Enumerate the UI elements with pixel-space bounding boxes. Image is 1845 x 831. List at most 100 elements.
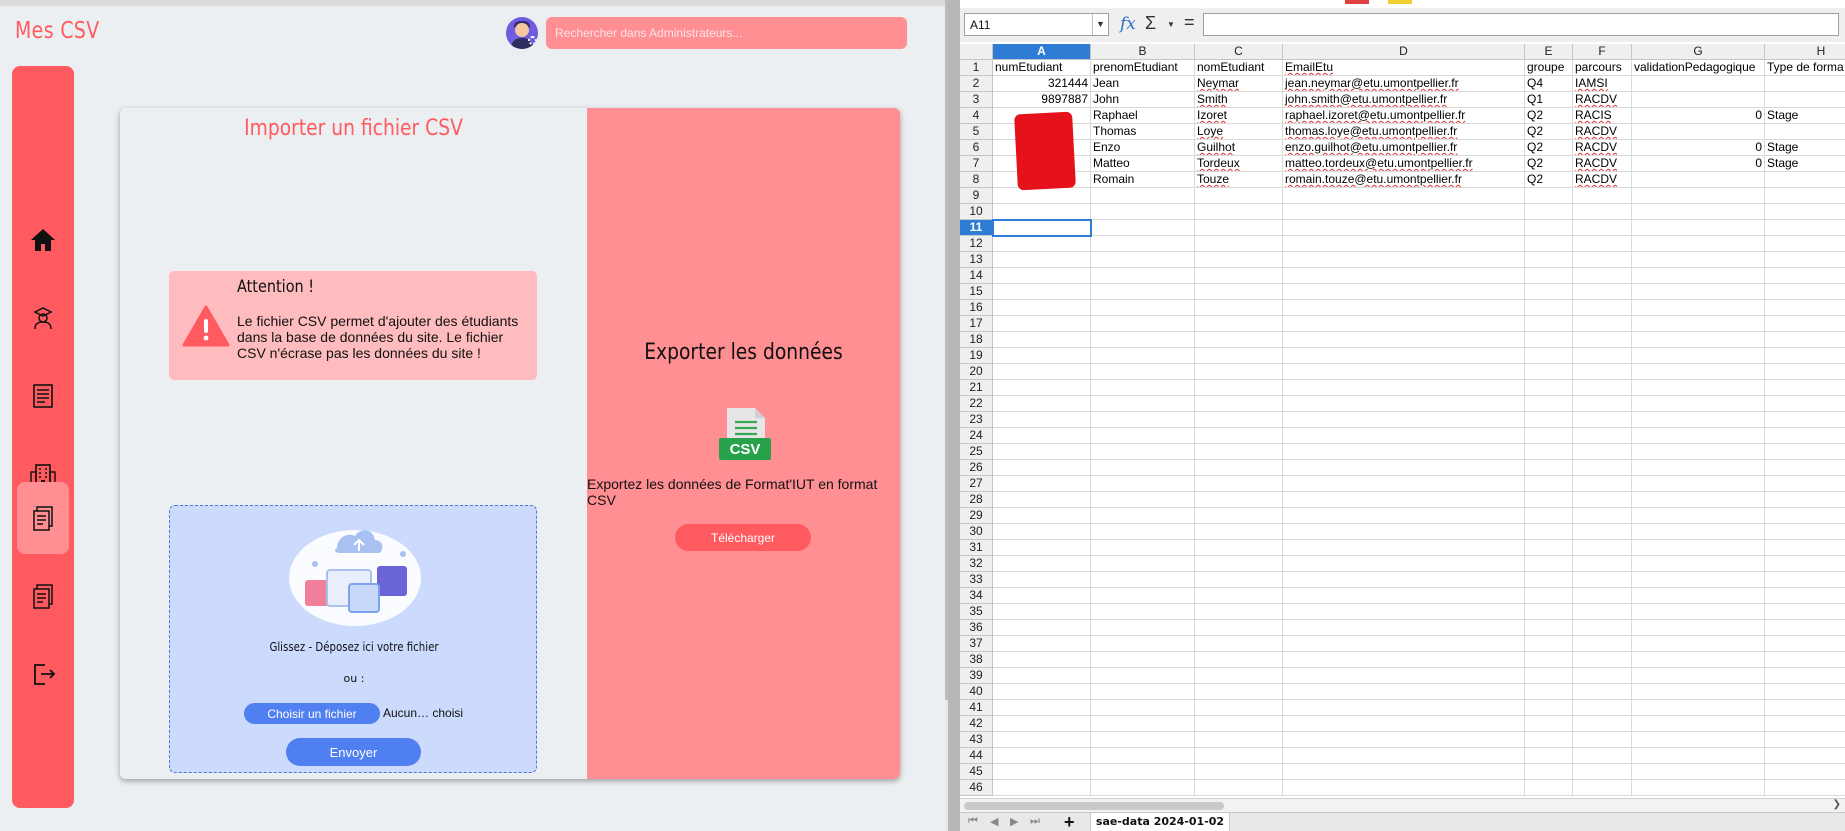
user-avatar[interactable]	[506, 17, 538, 49]
cell-f21[interactable]	[1573, 380, 1632, 396]
cell-d39[interactable]	[1283, 668, 1525, 684]
row-header[interactable]: 35	[960, 604, 993, 620]
cell-d35[interactable]	[1283, 604, 1525, 620]
cell-e10[interactable]	[1525, 204, 1573, 220]
cell-a32[interactable]	[993, 556, 1091, 572]
row-header[interactable]: 28	[960, 492, 993, 508]
cell-d26[interactable]	[1283, 460, 1525, 476]
cell-d32[interactable]	[1283, 556, 1525, 572]
cell-f45[interactable]	[1573, 764, 1632, 780]
cell-b6[interactable]: Enzo	[1091, 140, 1195, 156]
cell-a23[interactable]	[993, 412, 1091, 428]
cell-c1[interactable]: nomEtudiant	[1195, 60, 1283, 76]
cell-a2[interactable]: 321444	[993, 76, 1091, 92]
cell-h14[interactable]	[1765, 268, 1845, 284]
row-header[interactable]: 38	[960, 652, 993, 668]
cell-c38[interactable]	[1195, 652, 1283, 668]
cell-d46[interactable]	[1283, 780, 1525, 796]
sidebar-item-students[interactable]	[17, 282, 69, 354]
cell-e46[interactable]	[1525, 780, 1573, 796]
cell-b37[interactable]	[1091, 636, 1195, 652]
horizontal-scrollbar[interactable]: ❯	[960, 798, 1845, 812]
cell-f1[interactable]: parcours	[1573, 60, 1632, 76]
row-header[interactable]: 21	[960, 380, 993, 396]
download-button[interactable]: Télécharger	[675, 524, 811, 551]
row-header[interactable]: 46	[960, 780, 993, 796]
cell-a30[interactable]	[993, 524, 1091, 540]
cell-g32[interactable]	[1632, 556, 1765, 572]
cell-d11[interactable]	[1283, 220, 1525, 236]
cell-e25[interactable]	[1525, 444, 1573, 460]
row-header[interactable]: 12	[960, 236, 993, 252]
add-sheet-icon[interactable]: +	[1064, 812, 1075, 831]
cell-h46[interactable]	[1765, 780, 1845, 796]
cell-b36[interactable]	[1091, 620, 1195, 636]
row-header[interactable]: 45	[960, 764, 993, 780]
cell-b18[interactable]	[1091, 332, 1195, 348]
cell-g13[interactable]	[1632, 252, 1765, 268]
column-header-e[interactable]: E	[1525, 44, 1573, 60]
cell-a42[interactable]	[993, 716, 1091, 732]
cell-h44[interactable]	[1765, 748, 1845, 764]
cell-h23[interactable]	[1765, 412, 1845, 428]
send-button[interactable]: Envoyer	[286, 738, 421, 766]
cell-d34[interactable]	[1283, 588, 1525, 604]
cell-b16[interactable]	[1091, 300, 1195, 316]
cell-e14[interactable]	[1525, 268, 1573, 284]
cell-g19[interactable]	[1632, 348, 1765, 364]
cell-c12[interactable]	[1195, 236, 1283, 252]
cell-a27[interactable]	[993, 476, 1091, 492]
cell-g20[interactable]	[1632, 364, 1765, 380]
cell-c17[interactable]	[1195, 316, 1283, 332]
toolbar-color-yellow[interactable]	[1388, 0, 1412, 4]
cell-g23[interactable]	[1632, 412, 1765, 428]
row-header[interactable]: 43	[960, 732, 993, 748]
cell-c4[interactable]: Izoret	[1195, 108, 1283, 124]
cell-f27[interactable]	[1573, 476, 1632, 492]
cell-g41[interactable]	[1632, 700, 1765, 716]
cell-a28[interactable]	[993, 492, 1091, 508]
cell-e37[interactable]	[1525, 636, 1573, 652]
row-header[interactable]: 6	[960, 140, 993, 156]
choose-file-button[interactable]: Choisir un fichier	[244, 703, 380, 724]
cell-e26[interactable]	[1525, 460, 1573, 476]
cell-g27[interactable]	[1632, 476, 1765, 492]
cell-e42[interactable]	[1525, 716, 1573, 732]
cell-c34[interactable]	[1195, 588, 1283, 604]
cell-c28[interactable]	[1195, 492, 1283, 508]
row-header[interactable]: 23	[960, 412, 993, 428]
cell-c21[interactable]	[1195, 380, 1283, 396]
cell-f35[interactable]	[1573, 604, 1632, 620]
cell-b28[interactable]	[1091, 492, 1195, 508]
cell-h34[interactable]	[1765, 588, 1845, 604]
cell-e1[interactable]: groupe	[1525, 60, 1573, 76]
cell-a31[interactable]	[993, 540, 1091, 556]
cell-d4[interactable]: raphael.izoret@etu.umontpellier.fr	[1283, 108, 1525, 124]
cell-d43[interactable]	[1283, 732, 1525, 748]
cell-f5[interactable]: RACDV	[1573, 124, 1632, 140]
cell-h7[interactable]: Stage	[1765, 156, 1845, 172]
cell-g43[interactable]	[1632, 732, 1765, 748]
cell-d3[interactable]: john.smith@etu.umontpellier.fr	[1283, 92, 1525, 108]
cell-a3[interactable]: 9897887	[993, 92, 1091, 108]
cell-d12[interactable]	[1283, 236, 1525, 252]
row-header[interactable]: 25	[960, 444, 993, 460]
cell-h26[interactable]	[1765, 460, 1845, 476]
cell-b40[interactable]	[1091, 684, 1195, 700]
cell-c27[interactable]	[1195, 476, 1283, 492]
cell-d20[interactable]	[1283, 364, 1525, 380]
cell-b35[interactable]	[1091, 604, 1195, 620]
cell-e45[interactable]	[1525, 764, 1573, 780]
cell-g14[interactable]	[1632, 268, 1765, 284]
cell-a45[interactable]	[993, 764, 1091, 780]
cell-e11[interactable]	[1525, 220, 1573, 236]
cell-e8[interactable]: Q2	[1525, 172, 1573, 188]
cell-f18[interactable]	[1573, 332, 1632, 348]
cell-h24[interactable]	[1765, 428, 1845, 444]
cell-g33[interactable]	[1632, 572, 1765, 588]
cell-c18[interactable]	[1195, 332, 1283, 348]
cell-a40[interactable]	[993, 684, 1091, 700]
cell-b17[interactable]	[1091, 316, 1195, 332]
function-wizard-icon[interactable]: fx	[1120, 14, 1136, 34]
cell-h16[interactable]	[1765, 300, 1845, 316]
